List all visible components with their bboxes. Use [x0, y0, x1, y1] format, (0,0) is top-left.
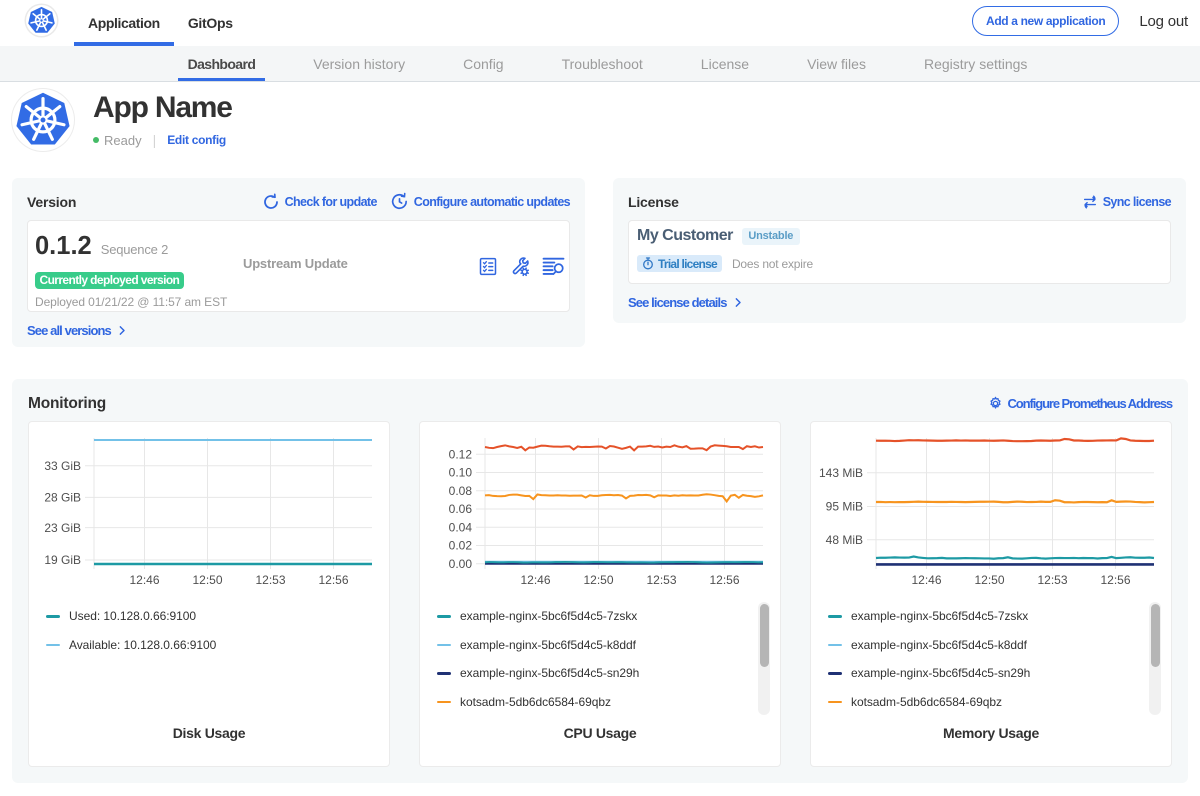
svg-text:0.04: 0.04 — [449, 521, 473, 535]
svg-text:33 GiB: 33 GiB — [44, 459, 81, 473]
svg-text:19 GiB: 19 GiB — [44, 553, 81, 567]
svg-text:12:46: 12:46 — [911, 573, 941, 587]
svg-text:12:56: 12:56 — [1100, 573, 1130, 587]
svg-text:48 MiB: 48 MiB — [826, 533, 863, 547]
svg-text:0.00: 0.00 — [449, 557, 473, 571]
svg-text:12:46: 12:46 — [520, 573, 550, 587]
svg-text:12:50: 12:50 — [583, 573, 613, 587]
svg-text:143 MiB: 143 MiB — [819, 466, 863, 480]
svg-text:95 MiB: 95 MiB — [826, 500, 863, 514]
svg-text:0.08: 0.08 — [449, 484, 473, 498]
svg-text:12:53: 12:53 — [646, 573, 676, 587]
svg-text:0.10: 0.10 — [449, 466, 473, 480]
svg-text:0.12: 0.12 — [449, 448, 473, 462]
svg-text:12:46: 12:46 — [129, 573, 159, 587]
svg-text:12:50: 12:50 — [192, 573, 222, 587]
svg-text:12:50: 12:50 — [974, 573, 1004, 587]
svg-text:0.02: 0.02 — [449, 539, 473, 553]
svg-text:12:53: 12:53 — [1037, 573, 1067, 587]
svg-text:0.06: 0.06 — [449, 502, 473, 516]
svg-text:23 GiB: 23 GiB — [44, 521, 81, 535]
svg-text:12:53: 12:53 — [255, 573, 285, 587]
svg-text:12:56: 12:56 — [709, 573, 739, 587]
svg-text:28 GiB: 28 GiB — [44, 491, 81, 505]
svg-text:12:56: 12:56 — [318, 573, 348, 587]
